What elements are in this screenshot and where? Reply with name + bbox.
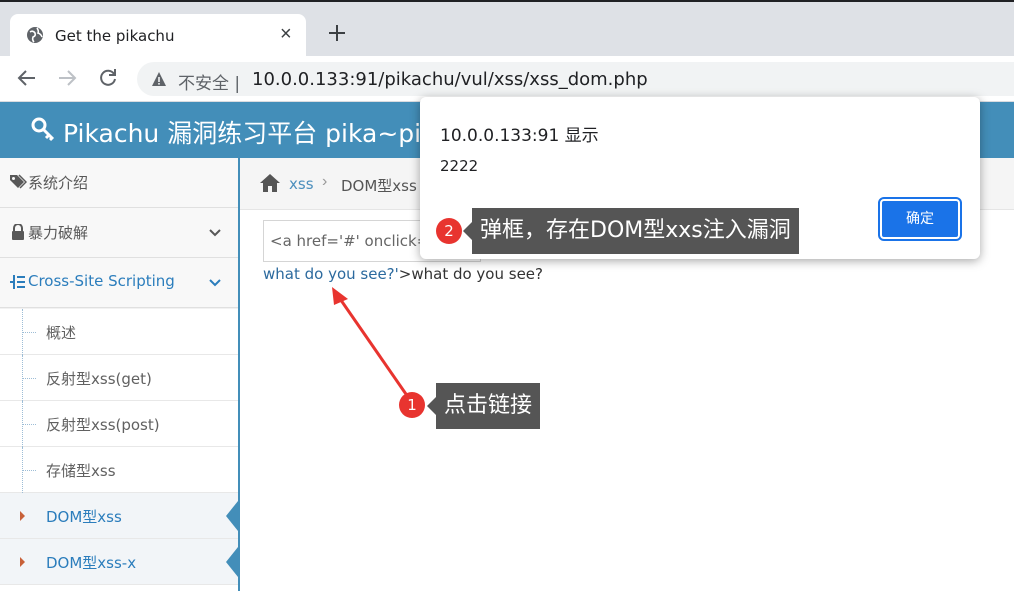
active-marker <box>226 547 238 577</box>
forward-icon[interactable] <box>56 67 78 89</box>
browser-toolbar: 不安全 | 10.0.0.133:91/pikachu/vul/xss/xss_… <box>0 56 1014 102</box>
tab-title: Get the pikachu <box>55 27 175 45</box>
submenu-item-label: 存储型xss <box>46 462 116 480</box>
submenu-item-label: 反射型xss(post) <box>46 416 160 434</box>
submenu-item-dom[interactable]: DOM型xss <box>0 493 238 539</box>
list-icon <box>10 275 25 289</box>
sidebar-item-intro[interactable]: 系统介绍 <box>0 158 238 208</box>
security-label[interactable]: 不安全 | <box>178 69 240 94</box>
breadcrumb-separator: › <box>322 173 328 190</box>
sidebar-item-xss[interactable]: Cross-Site Scripting <box>0 258 238 308</box>
submenu-item-label: 反射型xss(get) <box>46 370 152 388</box>
home-icon <box>260 174 280 192</box>
annotation-badge-2: 2 <box>436 218 462 244</box>
new-tab-icon[interactable] <box>326 22 348 44</box>
site-title[interactable]: Pikachu 漏洞练习平台 pika~pika~ <box>63 114 471 150</box>
submenu-item-dom-x[interactable]: DOM型xss-x <box>0 539 238 585</box>
sidebar: 系统介绍 暴力破解 Cross-Site Scripting 概述 反射型xss… <box>0 158 240 591</box>
breadcrumb-link-xss[interactable]: xss <box>289 175 314 193</box>
tree-branch <box>22 470 36 471</box>
xss-submenu: 概述 反射型xss(get) 反射型xss(post) 存储型xss DOM型x… <box>0 309 238 591</box>
browser-tab[interactable]: Get the pikachu × <box>10 14 306 58</box>
submenu-item-reflected-get[interactable]: 反射型xss(get) <box>0 355 238 401</box>
globe-icon <box>27 27 43 43</box>
reload-icon[interactable] <box>97 67 119 89</box>
annotation-arrow <box>332 287 410 398</box>
sidebar-item-label: 暴力破解 <box>28 224 89 242</box>
submenu-item-label: 概述 <box>46 324 77 342</box>
submenu-item-label: DOM型xss-x <box>46 554 137 572</box>
annotation-callout-1: 点击链接 <box>426 383 541 429</box>
sidebar-item-label: 系统介绍 <box>28 174 89 192</box>
tree-branch <box>22 332 36 333</box>
ok-button[interactable]: 确定 <box>878 197 962 241</box>
warning-icon[interactable] <box>151 71 167 87</box>
result-link-area: what do you see?'>what do you see? <box>263 265 543 283</box>
tree-branch <box>22 378 36 379</box>
dialog-title: 10.0.0.133:91 显示 <box>440 126 599 146</box>
submenu-item-stored[interactable]: 存储型xss <box>0 447 238 493</box>
address-bar[interactable]: 不安全 | 10.0.0.133:91/pikachu/vul/xss/xss_… <box>137 62 1014 96</box>
caret-right-icon <box>20 511 25 521</box>
lock-icon <box>12 224 24 240</box>
url-text[interactable]: 10.0.0.133:91/pikachu/vul/xss/xss_dom.ph… <box>252 69 648 90</box>
annotation-badge-1: 1 <box>399 392 425 418</box>
result-link[interactable]: what do you see?' <box>263 265 399 283</box>
submenu-item-label: DOM型xss <box>46 508 122 526</box>
annotation-callout-2: 弹框，存在DOM型xxs注入漏洞 <box>463 208 799 254</box>
tab-close-icon[interactable]: × <box>280 24 292 44</box>
dialog-message: 2222 <box>440 157 479 175</box>
submenu-item-overview[interactable]: 概述 <box>0 309 238 355</box>
back-icon[interactable] <box>16 67 38 89</box>
tree-branch <box>22 424 36 425</box>
result-text: >what do you see? <box>398 265 543 283</box>
sidebar-item-brute-force[interactable]: 暴力破解 <box>0 208 238 258</box>
submenu-item-reflected-post[interactable]: 反射型xss(post) <box>0 401 238 447</box>
sidebar-item-label: Cross-Site Scripting <box>28 272 175 290</box>
breadcrumb-current: DOM型xss <box>341 177 417 195</box>
key-icon <box>31 117 55 142</box>
browser-tab-bar: Get the pikachu × <box>0 0 1014 58</box>
tags-icon <box>10 174 27 189</box>
chevron-down-icon <box>209 279 221 287</box>
active-marker <box>226 501 238 531</box>
caret-right-icon <box>20 557 25 567</box>
chevron-down-icon <box>209 229 221 237</box>
